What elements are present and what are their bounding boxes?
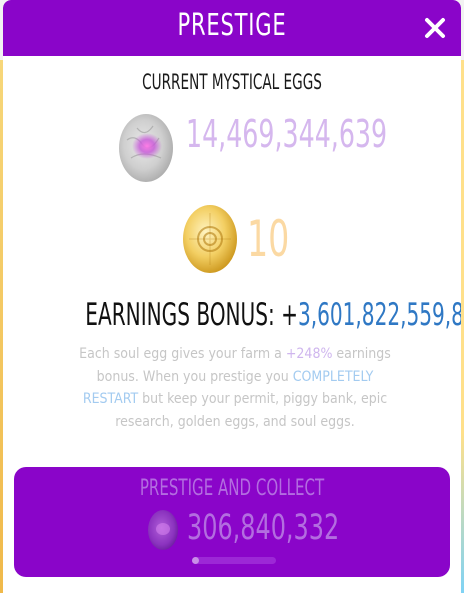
soul-egg-icon xyxy=(119,114,173,182)
prestige-description: Each soul egg gives your farm a +248% ea… xyxy=(73,343,397,433)
close-button[interactable] xyxy=(419,12,451,44)
golden-egg-count: 10 xyxy=(247,210,290,268)
mystical-eggs-heading: CURRENT MYSTICAL EGGS xyxy=(142,70,322,94)
collect-button-label: PRESTIGE AND COLLECT xyxy=(139,476,325,501)
per-egg-bonus: +248% xyxy=(285,346,333,362)
golden-egg-icon xyxy=(183,205,237,273)
collect-soul-egg-amount: 306,840,332 xyxy=(187,508,340,548)
earnings-bonus: EARNINGS BONUS: +3,601,822,559,896% xyxy=(3,297,461,333)
soul-egg-icon xyxy=(148,510,178,550)
dialog-header: PRESTIGE xyxy=(3,0,461,56)
close-x-icon xyxy=(425,18,445,38)
prestige-dialog: PRESTIGE CURRENT MYSTICAL EGGS 14,469,34… xyxy=(3,0,461,593)
soul-egg-count: 14,469,344,639 xyxy=(186,112,388,156)
description-text: Each soul egg gives your farm a xyxy=(79,346,286,362)
prestige-and-collect-button[interactable]: PRESTIGE AND COLLECT 306,840,332 xyxy=(14,467,450,577)
description-text: but keep your permit, piggy bank, epic r… xyxy=(115,391,388,430)
earnings-bonus-label: EARNINGS BONUS: + xyxy=(85,297,298,333)
collect-progress-bar xyxy=(192,557,276,564)
earnings-bonus-value: 3,601,822,559,896% xyxy=(297,297,461,333)
collect-progress-fill xyxy=(192,557,199,564)
dialog-title: PRESTIGE xyxy=(177,8,287,43)
